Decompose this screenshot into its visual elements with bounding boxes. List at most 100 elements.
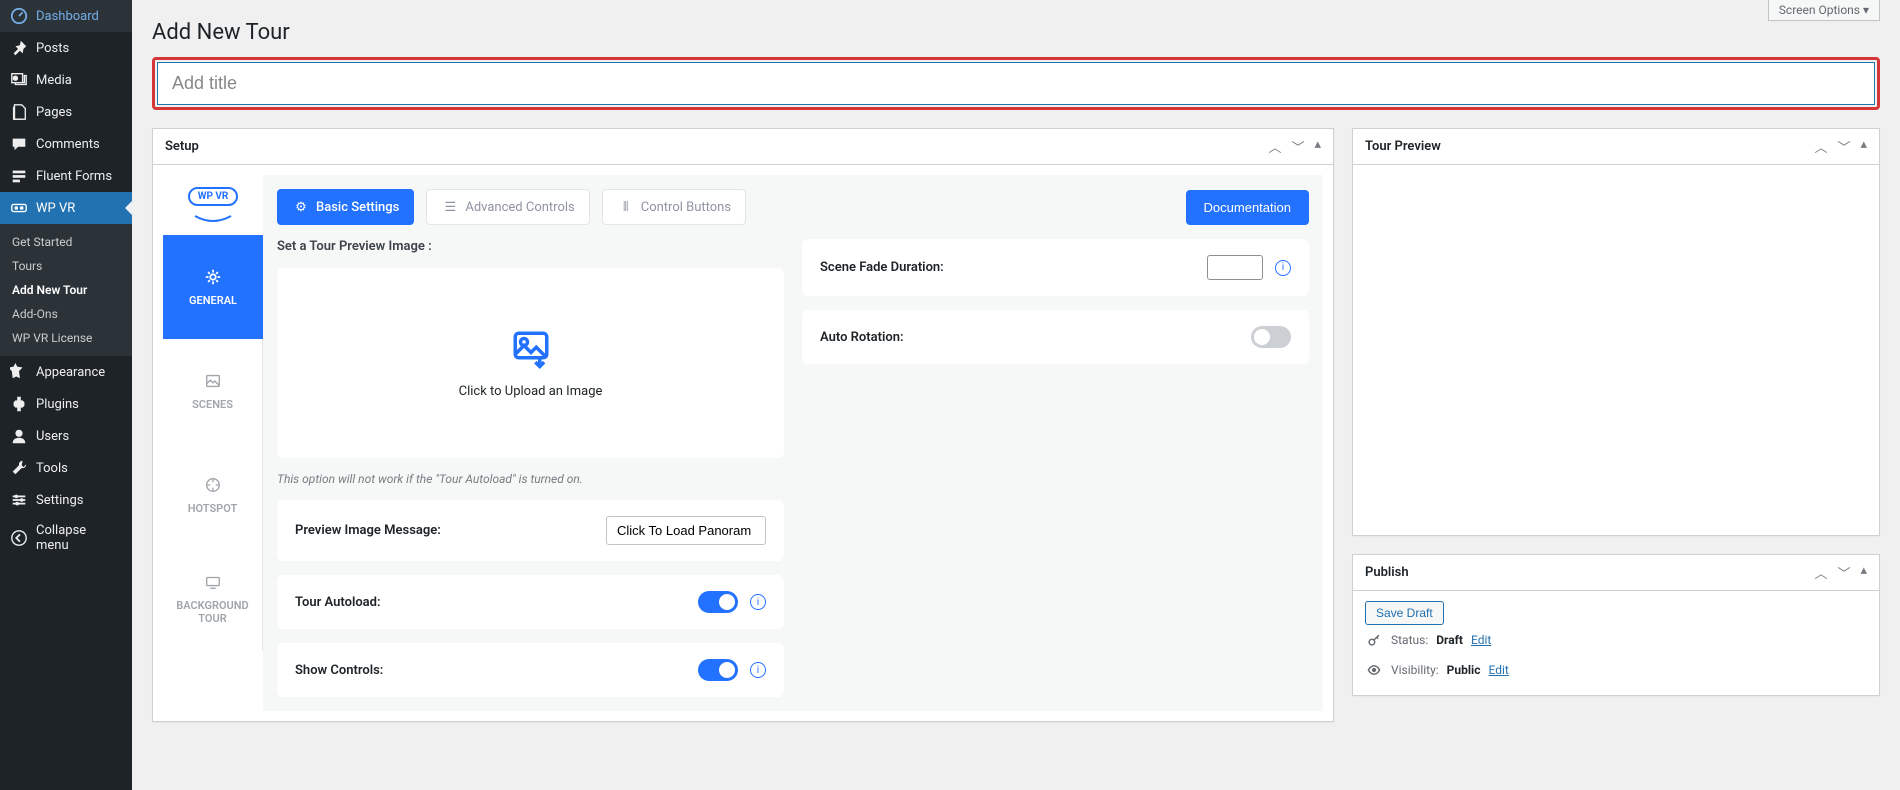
main-content: Screen Options ▾ Add New Tour Setup ︿ ﹀ … xyxy=(132,0,1900,790)
sidebar-item-posts[interactable]: Posts xyxy=(0,32,132,64)
sidebar-item-users[interactable]: Users xyxy=(0,420,132,452)
setup-content: ⚙Basic Settings ☰ Advanced Controls ⦀ Cont… xyxy=(263,175,1323,711)
status-value: Draft xyxy=(1436,633,1463,647)
chevron-down-icon[interactable]: ﹀ xyxy=(1837,563,1850,582)
chevron-up-icon[interactable]: ︿ xyxy=(1268,137,1281,156)
users-icon xyxy=(10,427,28,445)
sidebar-item-dashboard[interactable]: Dashboard xyxy=(0,0,132,32)
info-icon[interactable]: i xyxy=(1275,260,1291,276)
media-icon xyxy=(10,71,28,89)
tab-general[interactable]: GENERAL xyxy=(163,235,263,339)
sidebar-item-wpvr[interactable]: WP VR xyxy=(0,192,132,224)
chevron-down-icon[interactable]: ﹀ xyxy=(1291,137,1304,156)
tour-preview-title: Tour Preview xyxy=(1365,139,1441,154)
pin-icon xyxy=(10,39,28,57)
toggle-triangle-icon[interactable]: ▴ xyxy=(1860,137,1867,156)
sub-license[interactable]: WP VR License xyxy=(0,326,132,350)
info-icon[interactable]: i xyxy=(750,662,766,678)
preview-message-card: Preview Image Message: xyxy=(277,500,784,561)
sidebar-label: WP VR xyxy=(36,201,75,216)
sidebar-item-appearance[interactable]: Appearance xyxy=(0,356,132,388)
preview-image-label: Set a Tour Preview Image : xyxy=(277,239,784,254)
setup-title: Setup xyxy=(165,139,199,154)
vr-icon xyxy=(10,199,28,217)
auto-rotation-label: Auto Rotation: xyxy=(820,330,904,345)
sidebar-label: Dashboard xyxy=(36,9,99,24)
tab-background-tour[interactable]: BACKGROUND TOUR xyxy=(163,547,263,651)
chevron-down-icon[interactable]: ﹀ xyxy=(1837,137,1850,156)
crosshair-icon xyxy=(204,476,222,494)
info-icon[interactable]: i xyxy=(750,594,766,610)
scene-fade-input[interactable] xyxy=(1207,255,1263,280)
sidebar-item-media[interactable]: Media xyxy=(0,64,132,96)
upload-image-box[interactable]: Click to Upload an Image xyxy=(277,268,784,458)
sidebar-label: Settings xyxy=(36,493,83,508)
documentation-button[interactable]: Documentation xyxy=(1186,190,1309,225)
collapse-icon xyxy=(10,529,28,547)
sidebar-item-fluent-forms[interactable]: Fluent Forms xyxy=(0,160,132,192)
preview-message-input[interactable] xyxy=(606,516,766,545)
tab-label: BACKGROUND TOUR xyxy=(169,599,256,625)
tour-autoload-toggle[interactable] xyxy=(698,591,738,613)
scene-fade-card: Scene Fade Duration: i xyxy=(802,239,1309,296)
toggle-triangle-icon[interactable]: ▴ xyxy=(1860,563,1867,582)
tab-advanced-controls[interactable]: ☰ Advanced Controls xyxy=(426,189,589,225)
edit-visibility-link[interactable]: Edit xyxy=(1488,663,1508,677)
upload-image-icon xyxy=(510,328,552,370)
sidebar-label: Posts xyxy=(36,41,69,56)
appearance-icon xyxy=(10,363,28,381)
sidebar-label: Pages xyxy=(36,105,72,120)
toggle-triangle-icon[interactable]: ▴ xyxy=(1314,137,1321,156)
sidebar-item-collapse[interactable]: Collapse menu xyxy=(0,516,132,560)
sidebar-item-settings[interactable]: Settings xyxy=(0,484,132,516)
tab-control-buttons[interactable]: ⦀ Control Buttons xyxy=(602,189,746,225)
status-row: Status: Draft Edit xyxy=(1365,625,1867,655)
auto-rotation-card: Auto Rotation: xyxy=(802,310,1309,364)
edit-status-link[interactable]: Edit xyxy=(1471,633,1491,647)
sidebar-label: Users xyxy=(36,429,69,444)
title-highlight-box xyxy=(152,57,1880,110)
page-title: Add New Tour xyxy=(152,20,1880,45)
gear-icon: ⚙ xyxy=(292,198,310,216)
sidebar-label: Fluent Forms xyxy=(36,169,112,184)
chevron-up-icon[interactable]: ︿ xyxy=(1814,563,1827,582)
sub-get-started[interactable]: Get Started xyxy=(0,230,132,254)
screen-options-button[interactable]: Screen Options ▾ xyxy=(1768,0,1880,21)
sidebar-item-plugins[interactable]: Plugins xyxy=(0,388,132,420)
auto-rotation-toggle[interactable] xyxy=(1251,326,1291,348)
sub-addons[interactable]: Add-Ons xyxy=(0,302,132,326)
wpvr-submenu: Get Started Tours Add New Tour Add-Ons W… xyxy=(0,224,132,356)
tab-label: Advanced Controls xyxy=(465,200,574,215)
plugins-icon xyxy=(10,395,28,413)
sidebar-item-pages[interactable]: Pages xyxy=(0,96,132,128)
sidebar-item-comments[interactable]: Comments xyxy=(0,128,132,160)
setup-side-tabs: WP VR GENERAL SCENES xyxy=(163,175,263,711)
sidebar-item-tools[interactable]: Tools xyxy=(0,452,132,484)
forms-icon xyxy=(10,167,28,185)
tab-label: SCENES xyxy=(192,398,233,411)
tour-title-input[interactable] xyxy=(157,62,1875,105)
eye-icon xyxy=(1365,661,1383,679)
tab-scenes[interactable]: SCENES xyxy=(163,339,263,443)
tab-hotspot[interactable]: HOTSPOT xyxy=(163,443,263,547)
settings-icon xyxy=(10,491,28,509)
controls-icon: ⦀ xyxy=(617,198,635,216)
sub-tours[interactable]: Tours xyxy=(0,254,132,278)
publish-title: Publish xyxy=(1365,565,1409,580)
sub-add-new-tour[interactable]: Add New Tour xyxy=(0,278,132,302)
pages-icon xyxy=(10,103,28,121)
setup-postbox: Setup ︿ ﹀ ▴ WP VR xyxy=(152,128,1334,722)
sliders-icon: ☰ xyxy=(441,198,459,216)
tab-label: HOTSPOT xyxy=(188,502,238,515)
image-icon xyxy=(204,372,222,390)
visibility-row: Visibility: Public Edit xyxy=(1365,655,1867,685)
tab-basic-settings[interactable]: ⚙Basic Settings xyxy=(277,189,414,225)
show-controls-toggle[interactable] xyxy=(698,659,738,681)
tour-autoload-card: Tour Autoload: i xyxy=(277,575,784,629)
tour-preview-header: Tour Preview ︿ ﹀ ▴ xyxy=(1353,129,1879,165)
admin-sidebar: Dashboard Posts Media Pages Comments Flu… xyxy=(0,0,132,790)
save-draft-button[interactable]: Save Draft xyxy=(1365,601,1444,625)
wpvr-logo: WP VR xyxy=(163,175,263,235)
tab-label: Control Buttons xyxy=(641,200,731,215)
chevron-up-icon[interactable]: ︿ xyxy=(1814,137,1827,156)
